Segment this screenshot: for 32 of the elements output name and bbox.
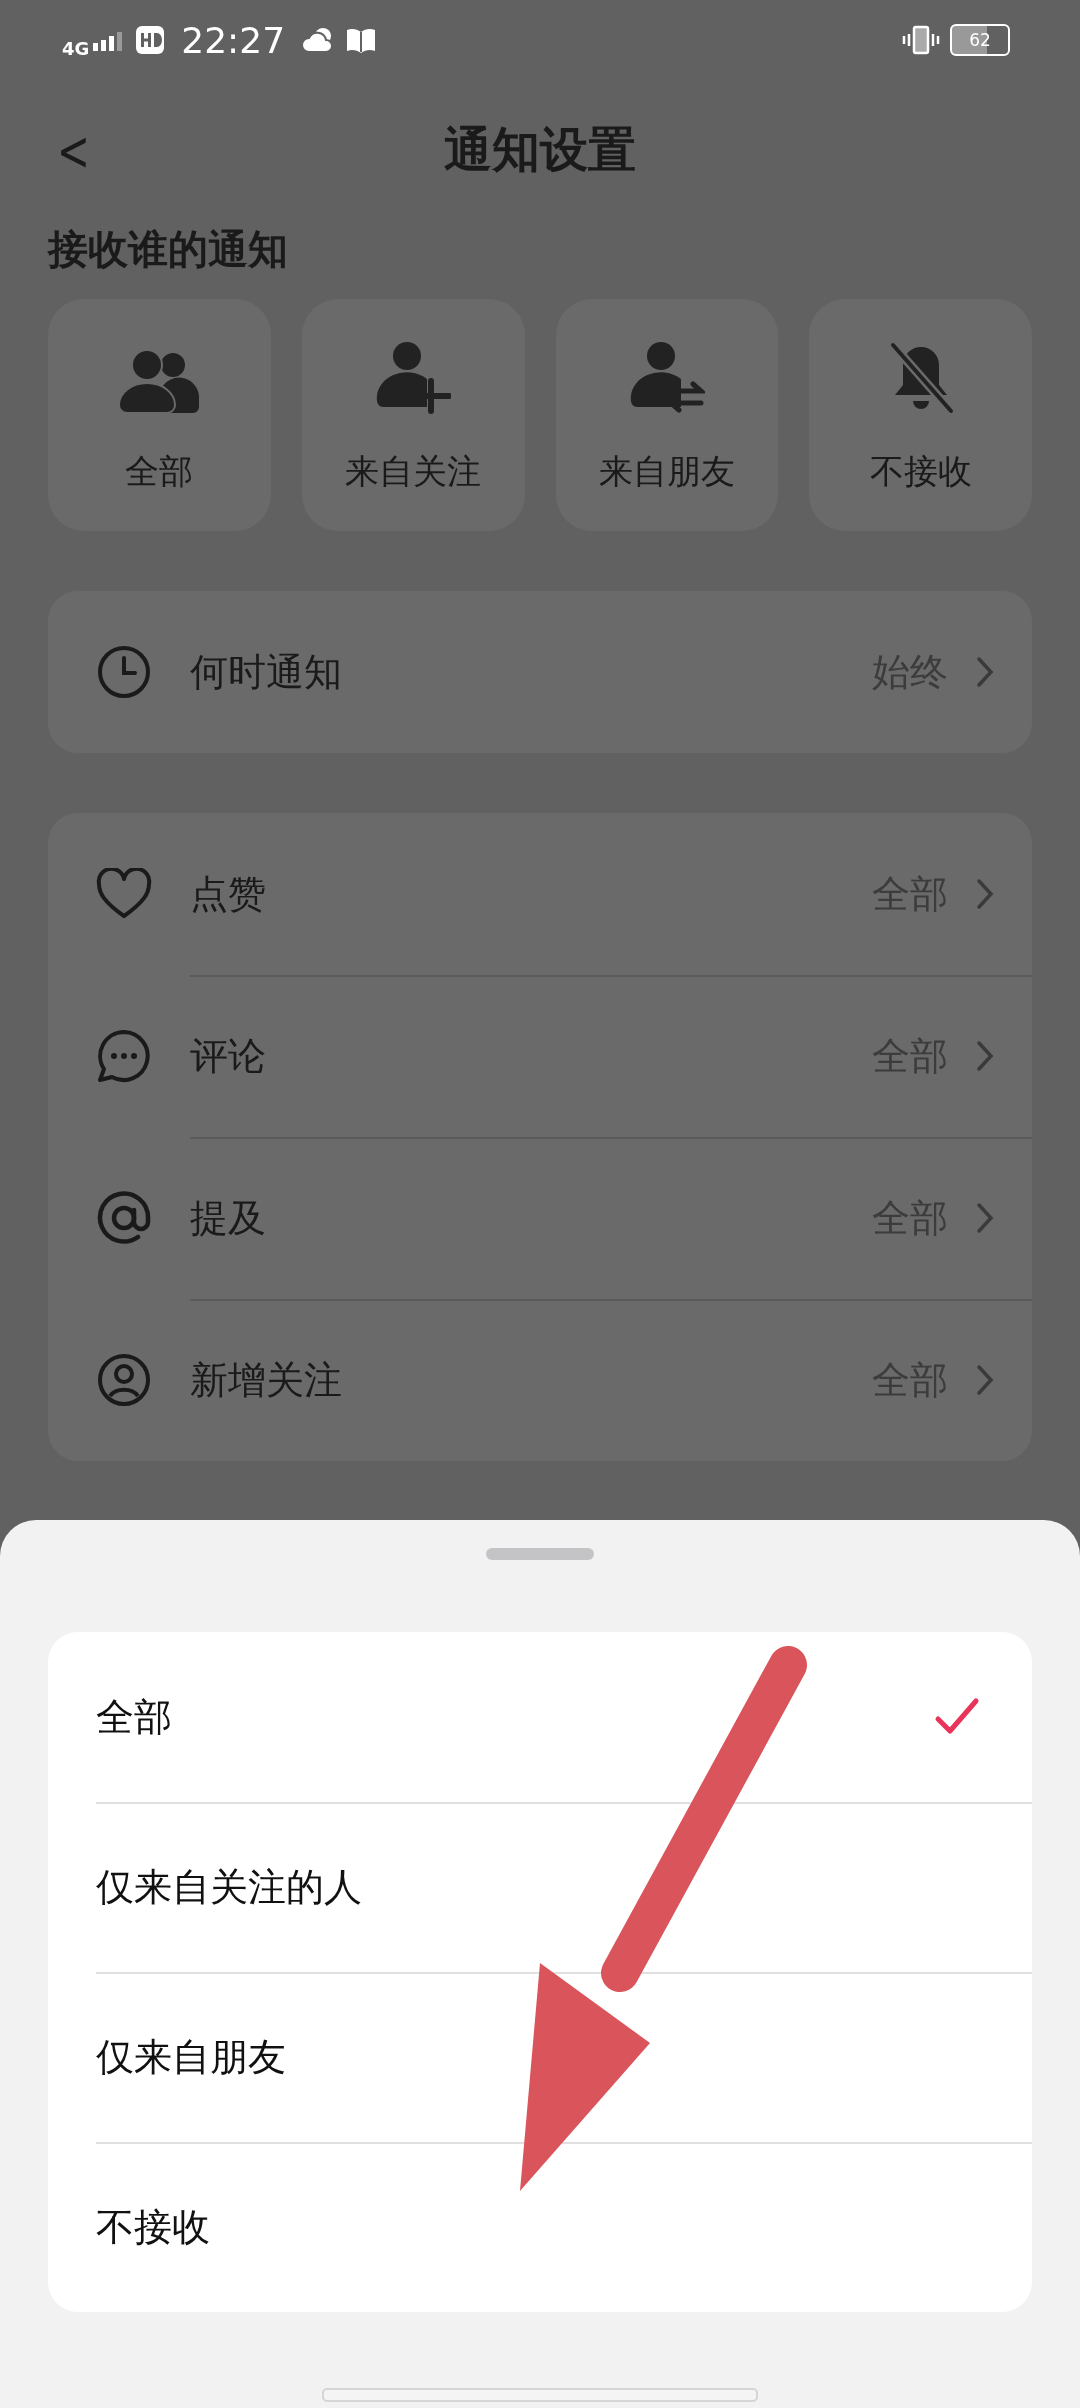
audience-option[interactable]: 来自关注	[301, 299, 525, 531]
battery-icon: 62	[950, 24, 1010, 56]
book-icon	[345, 27, 378, 53]
audience-option[interactable]: 全部	[48, 299, 271, 531]
vibrate-icon	[902, 25, 940, 55]
chevron-icon	[976, 656, 994, 688]
network-type: 4G	[62, 37, 90, 59]
page-title: 通知设置	[444, 120, 636, 179]
hd-icon	[135, 25, 166, 55]
option-item[interactable]: 全部	[48, 1632, 1032, 1802]
clock-time: 22:27	[181, 19, 286, 61]
home-indicator[interactable]	[322, 2388, 758, 2402]
user-circle-icon	[96, 1352, 152, 1408]
people-icon	[117, 349, 202, 415]
heart-icon	[96, 868, 152, 920]
back-button[interactable]: <	[50, 118, 97, 183]
chevron-icon	[976, 1040, 994, 1072]
chevron-icon	[976, 1364, 994, 1396]
chevron-icon	[976, 1202, 994, 1234]
at-sign-icon	[96, 1190, 152, 1246]
option-item[interactable]: 仅来自朋友	[48, 1972, 1032, 2142]
chevron-icon	[976, 878, 994, 910]
add-user-icon	[375, 341, 452, 415]
section-title: 接收谁的通知	[46, 225, 289, 274]
option-item[interactable]: 不接收	[48, 2142, 1032, 2312]
user-swap-icon	[628, 341, 705, 415]
sheet-handle[interactable]	[486, 1548, 594, 1560]
comment-icon	[96, 1028, 152, 1084]
clock-icon	[96, 644, 152, 700]
audience-option[interactable]: 不接收	[809, 299, 1032, 531]
option-item[interactable]: 仅来自关注的人	[48, 1802, 1032, 1972]
audience-option[interactable]: 来自朋友	[555, 299, 779, 531]
